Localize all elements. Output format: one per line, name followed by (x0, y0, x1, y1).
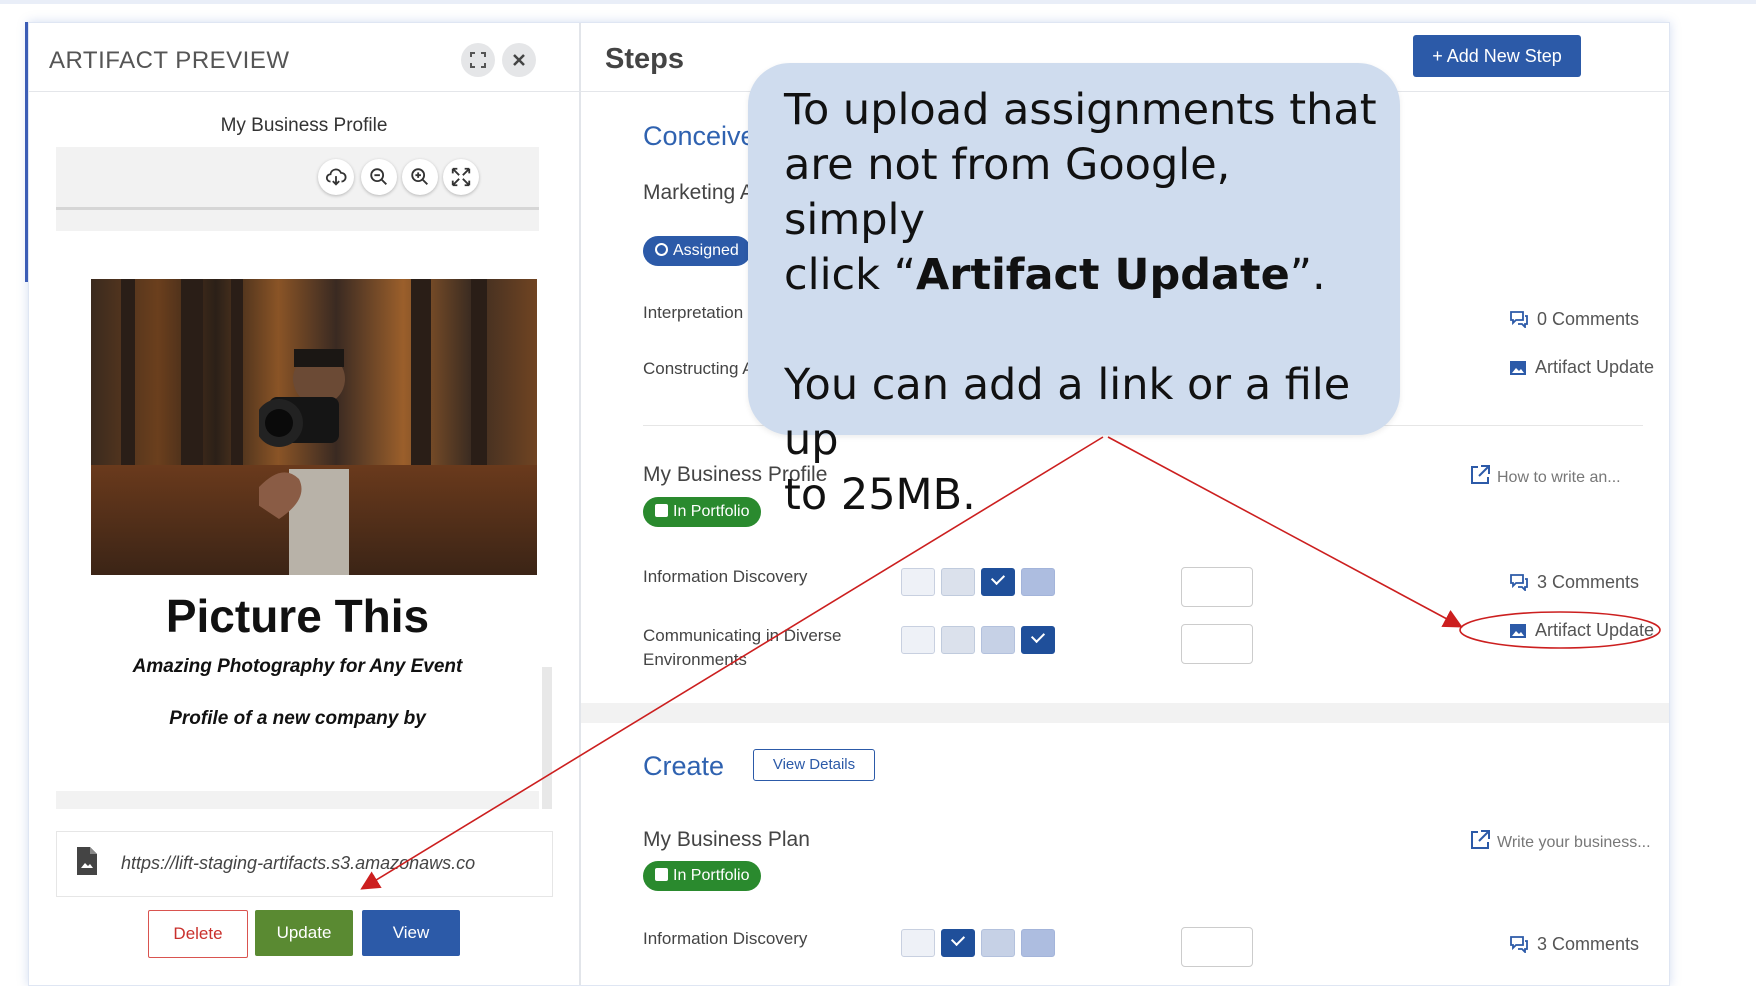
rating-square[interactable] (1021, 929, 1055, 957)
panel-title: ARTIFACT PREVIEW (49, 47, 290, 74)
document-name: My Business Profile (220, 115, 388, 136)
folder-icon (655, 868, 668, 881)
rating-square[interactable] (1021, 568, 1055, 596)
viewer-toolbar (56, 147, 539, 207)
sub-label-information-discovery: Information Discovery (643, 929, 808, 948)
artifact-preview-panel: ARTIFACT PREVIEW My Business Profile Pic… (29, 23, 581, 985)
top-border (0, 0, 1756, 4)
comment-icon (1510, 311, 1528, 328)
rating-square[interactable] (901, 626, 935, 654)
rating-square[interactable] (901, 929, 935, 957)
artifact-url: https://lift-staging-artifacts.s3.amazon… (121, 853, 476, 873)
rating-square[interactable] (941, 568, 975, 596)
update-button[interactable]: Update (255, 910, 353, 956)
callout-text: To upload assignments that are not from … (784, 85, 1377, 520)
item-title-business-plan[interactable]: My Business Plan (643, 828, 810, 852)
instruction-link-profile[interactable]: How to write an... (1469, 464, 1621, 487)
image-icon (1510, 361, 1526, 375)
zoom-in-button[interactable] (402, 159, 438, 195)
rating-square-selected[interactable] (981, 568, 1015, 596)
preview-page: Picture This Amazing Photography for Any… (56, 231, 539, 791)
artifact-update-link-conceive[interactable]: Artifact Update (1509, 357, 1654, 378)
preview-title: Picture This (165, 590, 430, 642)
comments-link-profile[interactable]: 3 Comments (1509, 572, 1639, 593)
view-button[interactable]: View (362, 910, 460, 956)
score-input[interactable] (1181, 927, 1253, 967)
artifact-url-box[interactable]: https://lift-staging-artifacts.s3.amazon… (56, 831, 553, 897)
comments-link-conceive[interactable]: 0 Comments (1509, 309, 1639, 330)
rating-square[interactable] (901, 568, 935, 596)
comment-icon (1510, 574, 1528, 591)
rating-square-selected[interactable] (941, 929, 975, 957)
download-button[interactable] (318, 159, 354, 195)
rating-square-selected[interactable] (1021, 626, 1055, 654)
comment-icon (1510, 936, 1528, 953)
zoom-in-icon (411, 168, 428, 185)
status-badge-in-portfolio: In Portfolio (643, 497, 762, 527)
status-badge-in-portfolio: In Portfolio (643, 861, 762, 891)
zoom-out-icon (370, 168, 387, 185)
cloud-download-icon (325, 168, 347, 186)
photographer-figure (259, 349, 349, 575)
fullscreen-button[interactable] (443, 159, 479, 195)
score-input[interactable] (1181, 624, 1253, 664)
sub-label-communicating: Communicating in Diverse Environments (643, 626, 842, 669)
section-title-conceive: Conceive (643, 121, 756, 151)
viewer-scrollbar[interactable] (542, 667, 552, 809)
artifact-update-link-profile[interactable]: Artifact Update (1509, 620, 1654, 641)
section-separator (581, 703, 1669, 723)
view-details-button[interactable]: View Details (753, 749, 875, 781)
fullscreen-icon (451, 167, 471, 187)
panel-header: ARTIFACT PREVIEW (29, 23, 579, 92)
expand-icon (470, 52, 486, 68)
image-icon (1510, 624, 1526, 638)
document-viewer: Picture This Amazing Photography for Any… (56, 147, 539, 809)
rating-square[interactable] (941, 626, 975, 654)
external-link-icon (1471, 830, 1490, 849)
external-link-icon (1471, 465, 1490, 484)
close-button[interactable] (502, 43, 536, 77)
comments-link-plan[interactable]: 3 Comments (1509, 934, 1639, 955)
score-input[interactable] (1181, 567, 1253, 607)
folder-icon (655, 504, 668, 517)
circle-icon (655, 243, 668, 256)
preview-byline: Profile of a new company by (169, 708, 426, 729)
instruction-link-plan[interactable]: Write your business... (1469, 829, 1651, 852)
delete-button[interactable]: Delete (148, 910, 248, 958)
rating-square[interactable] (981, 929, 1015, 957)
tutorial-callout: To upload assignments that are not from … (748, 63, 1400, 520)
rating-square[interactable] (981, 626, 1015, 654)
expand-button[interactable] (461, 43, 495, 77)
close-icon (513, 54, 525, 66)
file-icon (77, 847, 97, 875)
add-new-step-button[interactable]: + Add New Step (1413, 35, 1581, 77)
preview-subtitle: Amazing Photography for Any Event (132, 656, 463, 677)
toolbar-divider (56, 207, 539, 210)
steps-title: Steps (605, 43, 684, 75)
status-badge-assigned: Assigned (643, 236, 751, 266)
zoom-out-button[interactable] (361, 159, 397, 195)
section-title-create: Create (643, 751, 725, 781)
cover-photo (91, 279, 537, 575)
sub-label-information-discovery: Information Discovery (643, 567, 808, 586)
